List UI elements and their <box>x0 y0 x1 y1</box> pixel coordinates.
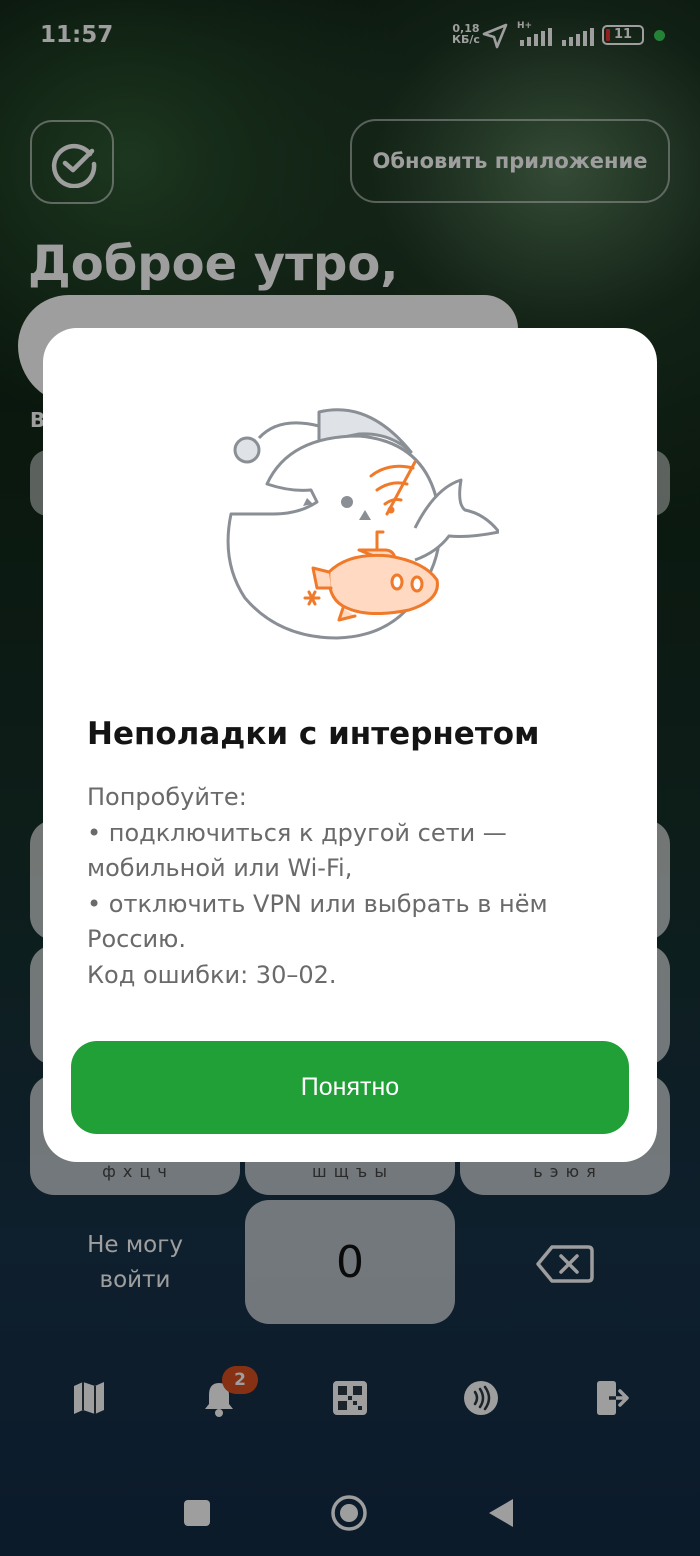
dialog-title: Неполадки с интернетом <box>87 716 540 752</box>
dialog-message-line: мобильной или Wi-Fi, <box>87 854 353 883</box>
anglerfish-submarine-icon <box>226 408 499 640</box>
network-error-dialog: Неполадки с интернетом Попробуйте: • под… <box>43 328 657 1162</box>
dialog-message-line: Попробуйте: <box>87 783 247 811</box>
dialog-message-line: • подключиться к другой сети — <box>87 818 507 847</box>
dialog-message-line: Код ошибки: 30–02. <box>87 960 337 989</box>
dialog-message: Попробуйте: • подключиться к другой сети… <box>87 780 627 994</box>
dialog-message-line: • отключить VPN или выбрать в нём <box>87 889 548 918</box>
ok-button[interactable]: Понятно <box>71 1041 629 1134</box>
dialog-message-line: Россию. <box>87 925 186 954</box>
